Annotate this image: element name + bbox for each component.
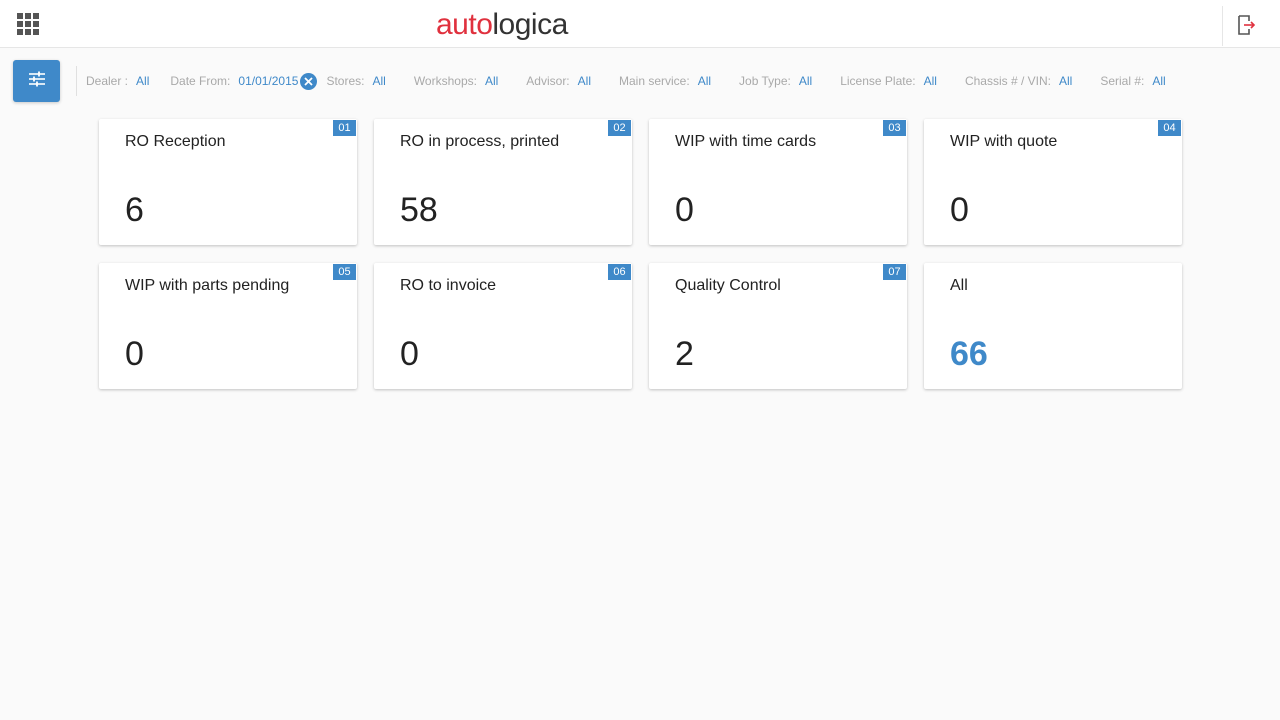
app-logo: autologica bbox=[436, 8, 568, 42]
card-badge: 04 bbox=[1158, 120, 1181, 136]
logout-icon[interactable] bbox=[1236, 14, 1256, 36]
filter-serial[interactable]: Serial #: All bbox=[1100, 74, 1165, 88]
apps-grid-icon[interactable] bbox=[16, 12, 40, 36]
card-title: RO in process, printed bbox=[400, 133, 559, 151]
card-count: 0 bbox=[400, 334, 419, 374]
status-card-wip-quote[interactable]: 04 WIP with quote 0 bbox=[924, 119, 1182, 245]
card-badge: 02 bbox=[608, 120, 631, 136]
filter-license-plate[interactable]: License Plate: All bbox=[840, 74, 937, 88]
card-badge: 01 bbox=[333, 120, 356, 136]
filter-workshops[interactable]: Workshops: All bbox=[414, 74, 498, 88]
filter-date-from[interactable]: Date From: 01/01/2015 bbox=[170, 73, 317, 90]
card-count: 2 bbox=[675, 334, 694, 374]
filter-label: Chassis # / VIN: bbox=[965, 74, 1051, 88]
card-title: WIP with quote bbox=[950, 133, 1057, 151]
status-card-wip-parts-pending[interactable]: 05 WIP with parts pending 0 bbox=[99, 263, 357, 389]
card-badge: 05 bbox=[333, 264, 356, 280]
filter-label: Workshops: bbox=[414, 74, 477, 88]
filter-value[interactable]: All bbox=[136, 74, 149, 88]
status-card-all[interactable]: All 66 bbox=[924, 263, 1182, 389]
filter-label: Advisor: bbox=[526, 74, 569, 88]
status-card-quality-control[interactable]: 07 Quality Control 2 bbox=[649, 263, 907, 389]
filter-stores[interactable]: Stores: All bbox=[326, 74, 385, 88]
filter-label: Dealer : bbox=[86, 74, 128, 88]
card-count: 58 bbox=[400, 190, 438, 230]
filter-label: Date From: bbox=[170, 74, 230, 88]
filter-value[interactable]: All bbox=[698, 74, 711, 88]
filter-value[interactable]: 01/01/2015 bbox=[238, 74, 298, 88]
card-title: RO to invoice bbox=[400, 277, 496, 295]
status-card-wip-time-cards[interactable]: 03 WIP with time cards 0 bbox=[649, 119, 907, 245]
filter-label: Main service: bbox=[619, 74, 690, 88]
filter-value[interactable]: All bbox=[1059, 74, 1072, 88]
filter-value[interactable]: All bbox=[799, 74, 812, 88]
filter-label: Job Type: bbox=[739, 74, 791, 88]
filter-toggle-button[interactable] bbox=[13, 60, 60, 102]
filter-chassis-vin[interactable]: Chassis # / VIN: All bbox=[965, 74, 1072, 88]
card-count: 0 bbox=[950, 190, 969, 230]
status-card-ro-in-process[interactable]: 02 RO in process, printed 58 bbox=[374, 119, 632, 245]
filter-value[interactable]: All bbox=[924, 74, 937, 88]
card-badge: 06 bbox=[608, 264, 631, 280]
sliders-icon bbox=[28, 71, 46, 92]
card-badge: 07 bbox=[883, 264, 906, 280]
clear-icon[interactable] bbox=[300, 73, 317, 90]
filter-label: Serial #: bbox=[1100, 74, 1144, 88]
filter-separator bbox=[76, 66, 77, 96]
filter-dealer[interactable]: Dealer : All bbox=[86, 74, 149, 88]
card-count: 0 bbox=[675, 190, 694, 230]
logo-part-logica: logica bbox=[492, 8, 567, 41]
filter-value[interactable]: All bbox=[372, 74, 385, 88]
filter-job-type[interactable]: Job Type: All bbox=[739, 74, 812, 88]
top-bar: autologica bbox=[0, 0, 1280, 48]
card-title: WIP with time cards bbox=[675, 133, 816, 151]
status-card-ro-reception[interactable]: 01 RO Reception 6 bbox=[99, 119, 357, 245]
card-title: WIP with parts pending bbox=[125, 277, 289, 295]
card-count: 66 bbox=[950, 334, 988, 374]
card-title: RO Reception bbox=[125, 133, 226, 151]
card-title: Quality Control bbox=[675, 277, 781, 295]
filter-label: Stores: bbox=[326, 74, 364, 88]
filter-advisor[interactable]: Advisor: All bbox=[526, 74, 591, 88]
filter-label: License Plate: bbox=[840, 74, 915, 88]
card-badge: 03 bbox=[883, 120, 906, 136]
card-count: 0 bbox=[125, 334, 144, 374]
card-title: All bbox=[950, 277, 968, 295]
status-card-ro-to-invoice[interactable]: 06 RO to invoice 0 bbox=[374, 263, 632, 389]
topbar-divider bbox=[1222, 6, 1223, 46]
card-count: 6 bbox=[125, 190, 144, 230]
filter-bar: Dealer : All Date From: 01/01/2015 Store… bbox=[86, 72, 1166, 90]
filter-value[interactable]: All bbox=[1152, 74, 1165, 88]
filter-value[interactable]: All bbox=[578, 74, 591, 88]
logo-part-auto: auto bbox=[436, 8, 492, 41]
filter-main-service[interactable]: Main service: All bbox=[619, 74, 711, 88]
filter-value[interactable]: All bbox=[485, 74, 498, 88]
